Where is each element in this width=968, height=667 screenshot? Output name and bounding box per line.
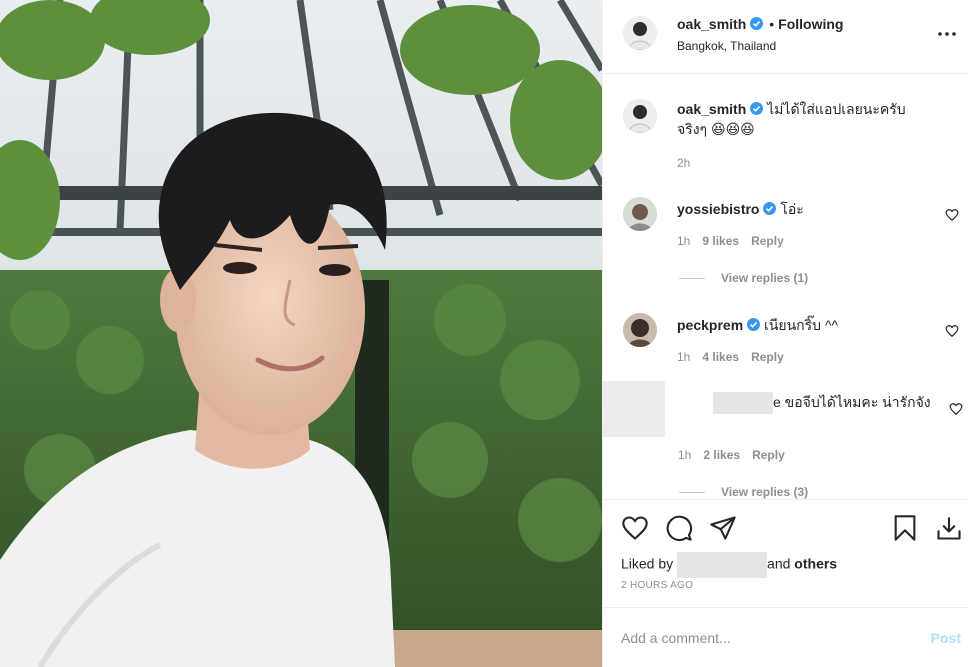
comment-time[interactable]: 1h [677,234,690,248]
replies-divider [679,492,705,494]
comment-likes[interactable]: 9 likes [702,234,739,248]
comment-text: e ขอจีบได้ไหมคะ น่ารักจัง [773,394,931,410]
bookmark-icon[interactable] [891,514,919,542]
replies-divider [679,278,705,280]
post-header: oak_smith • Following Bangkok, Thailand [603,0,968,74]
comment-likes[interactable]: 4 likes [702,350,739,364]
comments-list[interactable]: oak_smith ไม่ได้ใส่แอปเลยนะครับ จริงๆ 😆😆… [603,75,968,499]
verified-icon [750,17,764,30]
comment-text: เนียนกริ๊บ ^^ [764,317,839,333]
caption-time[interactable]: 2h [677,156,690,170]
reply-button[interactable]: Reply [751,234,784,248]
following-button[interactable]: Following [778,16,843,32]
post-photo[interactable] [0,0,602,667]
liked-by: Liked by and others [621,552,837,578]
verified-icon [763,202,777,215]
redacted-username [713,392,773,414]
comment-text: โอ่ะ [780,201,804,217]
commenter-username[interactable]: peckprem [677,317,743,333]
caption-avatar[interactable] [623,99,657,133]
comment-composer: Post [603,607,968,667]
author-avatar[interactable] [623,16,657,50]
post-timestamp[interactable]: 2 HOURS AGO [621,580,693,591]
comment-icon[interactable] [665,514,693,542]
post-comment-button[interactable]: Post [931,630,961,646]
liked-by-others[interactable]: others [794,556,837,572]
redacted-liker[interactable] [677,552,768,578]
post-actions: Liked by and others 2 HOURS AGO [603,499,968,607]
author-username[interactable]: oak_smith [677,16,746,32]
verified-icon [747,318,761,331]
comment-input[interactable] [621,626,911,650]
like-comment-icon[interactable] [945,324,959,338]
like-comment-icon[interactable] [945,208,959,222]
comment-likes[interactable]: 2 likes [703,448,740,462]
post-detail-panel: oak_smith • Following Bangkok, Thailand oa… [602,0,968,667]
verified-icon [750,102,764,115]
redacted-avatar [603,381,665,437]
download-icon[interactable] [935,514,963,542]
commenter-username[interactable]: yossiebistro [677,201,759,217]
reply-button[interactable]: Reply [752,448,785,462]
follow-separator: • [769,16,775,32]
share-icon[interactable] [709,514,737,542]
comment-time[interactable]: 1h [678,448,691,462]
more-icon[interactable] [935,26,959,42]
view-replies-button[interactable]: View replies (3) [679,485,808,499]
comment-time[interactable]: 1h [677,350,690,364]
selfie-image [0,0,602,667]
view-replies-button[interactable]: View replies (1) [679,271,808,285]
liked-by-prefix: Liked by [621,555,674,572]
caption-username[interactable]: oak_smith [677,101,746,117]
heart-icon[interactable] [621,514,649,542]
liked-by-and: and [767,555,791,572]
post-location[interactable]: Bangkok, Thailand [677,39,776,53]
commenter-avatar[interactable] [623,197,657,231]
commenter-avatar[interactable] [623,313,657,347]
reply-button[interactable]: Reply [751,350,784,364]
like-comment-icon[interactable] [949,402,963,416]
